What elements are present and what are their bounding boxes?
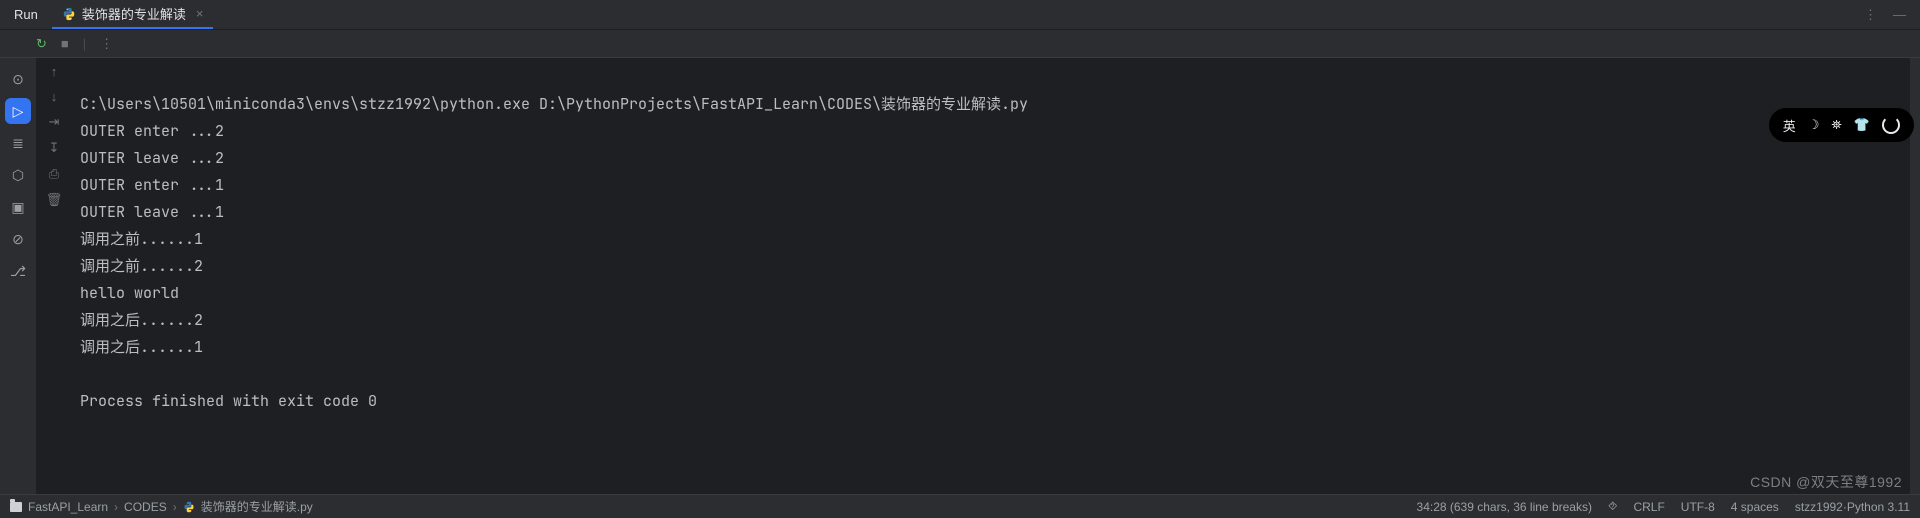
- console-line: Process finished with exit code 0: [80, 391, 377, 411]
- person-icon[interactable]: ⛯: [1831, 117, 1841, 133]
- close-tab-icon[interactable]: ×: [196, 6, 204, 21]
- python-console-button[interactable]: ⊙: [5, 66, 31, 92]
- console-line: OUTER leave ...1: [80, 202, 224, 222]
- indent-setting[interactable]: 4 spaces: [1731, 500, 1779, 514]
- run-tool-window-header: Run 装饰器的专业解读 × ⋮ —: [0, 0, 1920, 30]
- run-panel-label: Run: [0, 0, 52, 29]
- more-options-icon[interactable]: ⋮: [1864, 7, 1877, 23]
- console-line: hello world: [80, 283, 179, 303]
- ime-floating-bar[interactable]: 英 ☽ ⛯ 👕: [1769, 108, 1914, 142]
- run-tab[interactable]: 装饰器的专业解读 ×: [52, 0, 214, 29]
- moon-icon[interactable]: ☽: [1808, 117, 1820, 133]
- cursor-position[interactable]: 34:28 (639 chars, 36 line breaks): [1417, 500, 1592, 514]
- console-gutter: ↑ ↓ ⇥ ↧ ⎙ 🗑: [36, 58, 72, 494]
- python-file-icon: [183, 501, 195, 513]
- breadcrumb-project[interactable]: FastAPI_Learn: [28, 500, 108, 514]
- python-file-icon: [62, 7, 76, 21]
- toolbar-separator: |: [83, 36, 86, 51]
- clear-all-icon[interactable]: 🗑: [46, 192, 63, 208]
- swirl-icon[interactable]: [1882, 116, 1900, 134]
- rerun-icon[interactable]: ↻: [36, 36, 47, 52]
- run-button[interactable]: ▷: [5, 98, 31, 124]
- services-button[interactable]: ⬡: [5, 162, 31, 188]
- breadcrumb-sep: ›: [114, 500, 118, 514]
- tab-title: 装饰器的专业解读: [82, 4, 186, 23]
- problems-button[interactable]: ⊘: [5, 226, 31, 252]
- python-interpreter[interactable]: stzz1992·Python 3.11: [1795, 500, 1910, 514]
- console-line: C:\Users\10501\miniconda3\envs\stzz1992\…: [80, 94, 1028, 114]
- ime-language-icon[interactable]: 英: [1783, 116, 1796, 135]
- toolbar-more-icon[interactable]: ⋮: [100, 36, 113, 52]
- soft-wrap-icon[interactable]: ⇥: [49, 114, 60, 130]
- console-line: 调用之前......1: [80, 229, 203, 249]
- status-bar: FastAPI_Learn › CODES › 装饰器的专业解读.py 34:2…: [0, 494, 1920, 518]
- readonly-lock-icon[interactable]: ⯑: [1608, 499, 1617, 514]
- stop-icon[interactable]: ■: [61, 36, 69, 51]
- console-line: 调用之前......2: [80, 256, 203, 276]
- shirt-icon[interactable]: 👕: [1854, 117, 1870, 133]
- left-tool-rail: ⊙ ▷ ≣ ⬡ ▣ ⊘ ⎇: [0, 58, 36, 494]
- breadcrumb-sep: ›: [173, 500, 177, 514]
- project-folder-icon: [10, 502, 22, 512]
- console-line: OUTER enter ...2: [80, 121, 224, 141]
- print-icon[interactable]: ⎙: [49, 166, 59, 182]
- structure-button[interactable]: ≣: [5, 130, 31, 156]
- line-separator[interactable]: CRLF: [1633, 500, 1664, 514]
- breadcrumb-folder[interactable]: CODES: [124, 500, 167, 514]
- down-stack-icon[interactable]: ↓: [51, 89, 58, 104]
- console-line: 调用之后......2: [80, 310, 203, 330]
- main-area: ⊙ ▷ ≣ ⬡ ▣ ⊘ ⎇ ↑ ↓ ⇥ ↧ ⎙ 🗑 C:\Users\10501…: [0, 58, 1920, 494]
- scroll-to-end-icon[interactable]: ↧: [49, 140, 60, 156]
- console-line: 调用之后......1: [80, 337, 203, 357]
- breadcrumbs[interactable]: FastAPI_Learn › CODES › 装饰器的专业解读.py: [10, 498, 313, 515]
- console-line: OUTER enter ...1: [80, 175, 224, 195]
- minimize-panel-icon[interactable]: —: [1893, 7, 1906, 23]
- terminal-button[interactable]: ▣: [5, 194, 31, 220]
- file-encoding[interactable]: UTF-8: [1681, 500, 1715, 514]
- console-line: OUTER leave ...2: [80, 148, 224, 168]
- run-toolbar: ↻ ■ | ⋮: [0, 30, 1920, 58]
- console-output[interactable]: C:\Users\10501\miniconda3\envs\stzz1992\…: [72, 58, 1920, 494]
- breadcrumb-file[interactable]: 装饰器的专业解读.py: [201, 498, 313, 515]
- git-button[interactable]: ⎇: [5, 258, 31, 284]
- up-stack-icon[interactable]: ↑: [51, 64, 58, 79]
